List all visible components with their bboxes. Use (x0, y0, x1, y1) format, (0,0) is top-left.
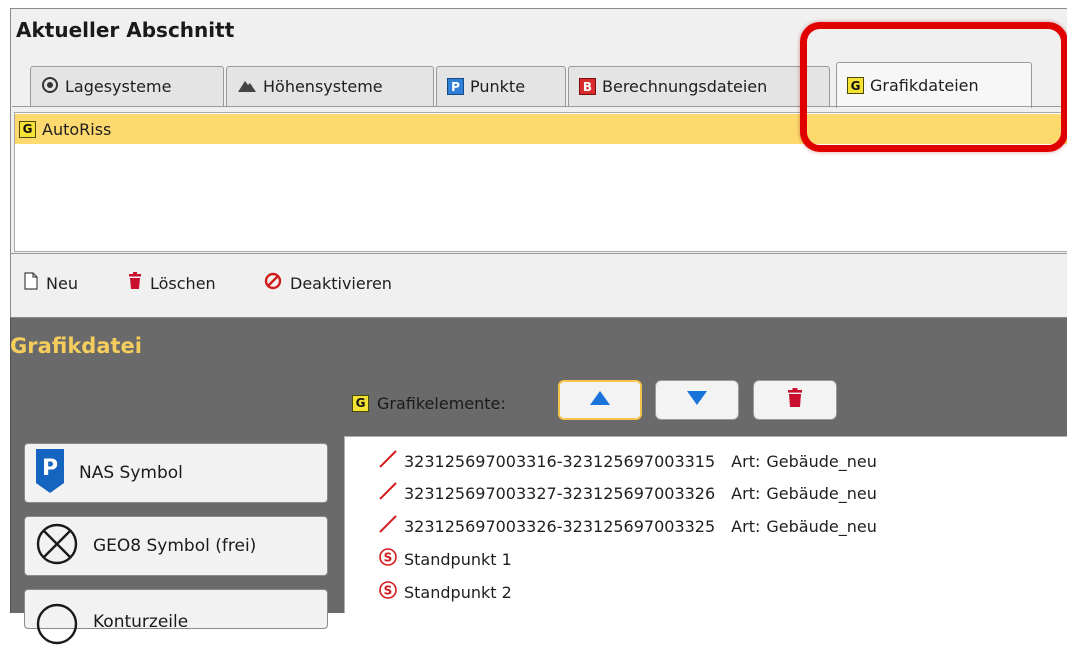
list-item-label: AutoRiss (42, 119, 112, 139)
circle-x-icon (35, 522, 79, 571)
mountain-icon (237, 77, 257, 97)
toolbar-divider (10, 253, 1067, 254)
b-badge-icon: B (579, 78, 596, 95)
list-item[interactable]: G AutoRiss (15, 114, 1067, 144)
line-icon (378, 481, 398, 505)
nas-symbol-button[interactable]: P NAS Symbol (24, 443, 328, 503)
tab-hoehensysteme[interactable]: Höhensysteme (226, 66, 434, 106)
triangle-up-icon (589, 390, 611, 410)
move-up-button[interactable] (558, 380, 642, 420)
delete-element-button[interactable] (753, 380, 837, 420)
konturzeile-button[interactable]: Konturzeile (24, 589, 328, 645)
list-item[interactable]: S Standpunkt 2 (378, 580, 512, 604)
svg-text:P: P (42, 456, 58, 481)
circle-icon (35, 602, 79, 651)
tab-label: Berechnungsdateien (602, 77, 768, 96)
tab-strip-divider (12, 106, 1067, 107)
new-button[interactable]: Neu (24, 270, 78, 296)
svg-text:S: S (384, 584, 393, 598)
line-icon (378, 514, 398, 538)
move-down-button[interactable] (655, 380, 739, 420)
list-item[interactable]: 323125697003316-323125697003315 Art: Geb… (378, 449, 877, 473)
list-item[interactable]: S Standpunkt 1 (378, 547, 512, 571)
tab-berechnungsdateien[interactable]: B Berechnungsdateien (568, 66, 830, 106)
tab-label: Punkte (470, 77, 526, 96)
standpunkt-icon: S (378, 580, 398, 604)
tab-lagesysteme[interactable]: Lagesysteme (30, 66, 224, 106)
geo8-symbol-button[interactable]: GEO8 Symbol (frei) (24, 516, 328, 576)
trash-icon (787, 388, 803, 412)
g-badge-icon: G (847, 77, 864, 94)
target-icon (41, 76, 59, 98)
g-badge-icon: G (19, 120, 36, 138)
standpunkt-icon: S (378, 547, 398, 571)
svg-text:S: S (384, 551, 393, 565)
section-title: Aktueller Abschnitt (16, 18, 235, 42)
tab-label: Höhensysteme (263, 77, 383, 96)
g-badge-icon: G (352, 394, 369, 412)
prohibited-icon (264, 272, 282, 294)
delete-button[interactable]: Löschen (128, 270, 216, 296)
list-item[interactable]: 323125697003326-323125697003325 Art: Geb… (378, 514, 877, 538)
grafikdatei-title: Grafikdatei (10, 334, 142, 358)
document-icon (24, 272, 38, 294)
parking-symbol-icon: P (35, 448, 65, 499)
tab-punkte[interactable]: P Punkte (436, 66, 566, 106)
p-badge-icon: P (447, 78, 464, 95)
deactivate-button[interactable]: Deaktivieren (264, 270, 392, 296)
tab-label: Grafikdateien (870, 76, 979, 95)
line-icon (378, 449, 398, 473)
list-item[interactable]: 323125697003327-323125697003326 Art: Geb… (378, 481, 877, 505)
trash-icon (128, 272, 142, 294)
tab-label: Lagesysteme (65, 77, 172, 96)
triangle-down-icon (686, 390, 708, 410)
grafikelemente-header: G Grafikelemente: (352, 387, 506, 419)
tab-grafikdateien[interactable]: G Grafikdateien (836, 62, 1032, 108)
grafikelemente-label: Grafikelemente: (377, 393, 506, 413)
